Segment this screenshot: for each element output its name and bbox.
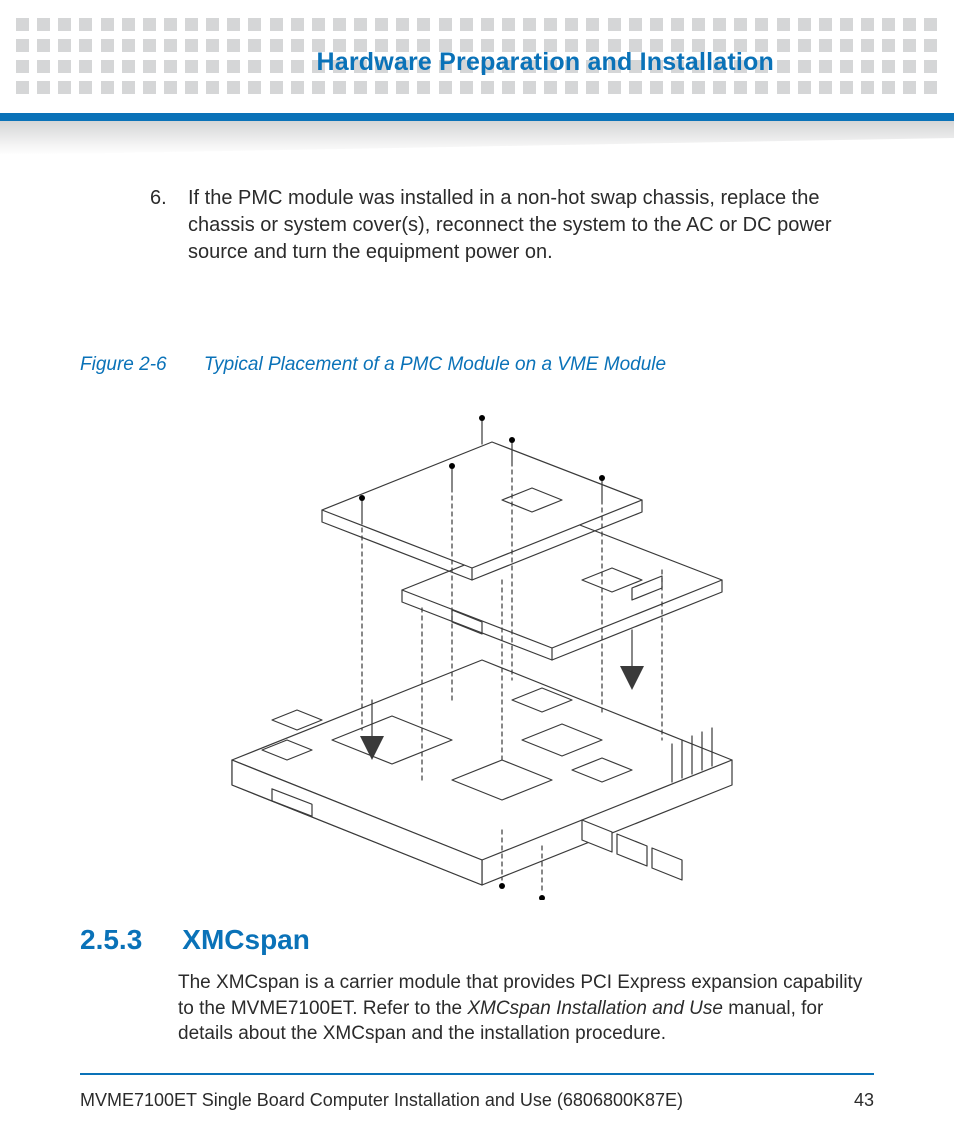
footer-rule bbox=[80, 1073, 874, 1075]
list-item-text: If the PMC module was installed in a non… bbox=[188, 185, 874, 266]
header-rule bbox=[0, 113, 954, 121]
figure-caption: Figure 2-6 Typical Placement of a PMC Mo… bbox=[80, 354, 874, 376]
section-paragraph: The XMCspan is a carrier module that pro… bbox=[178, 970, 874, 1047]
section-heading: 2.5.3 XMCspan bbox=[80, 924, 874, 956]
content-area: 6. If the PMC module was installed in a … bbox=[80, 185, 874, 1047]
page: for(let i=0;i<44;i++)document.write('<sp… bbox=[0, 0, 954, 1145]
list-item-number: 6. bbox=[150, 185, 176, 266]
header-shadow bbox=[0, 121, 954, 155]
figure-number: Figure 2-6 bbox=[80, 354, 167, 375]
section-number: 2.5.3 bbox=[80, 924, 142, 956]
footer-doc-title: MVME7100ET Single Board Computer Install… bbox=[80, 1090, 683, 1111]
para-text-italic: XMCspan Installation and Use bbox=[467, 998, 723, 1019]
figure-2-6 bbox=[80, 400, 874, 900]
chapter-title: Hardware Preparation and Installation bbox=[316, 48, 774, 77]
pmc-module-diagram bbox=[202, 400, 752, 900]
figure-title: Typical Placement of a PMC Module on a V… bbox=[204, 354, 666, 375]
page-footer: MVME7100ET Single Board Computer Install… bbox=[80, 1090, 874, 1111]
ordered-list-item-6: 6. If the PMC module was installed in a … bbox=[150, 185, 874, 266]
footer-page-number: 43 bbox=[854, 1090, 874, 1111]
section-title: XMCspan bbox=[182, 924, 310, 956]
